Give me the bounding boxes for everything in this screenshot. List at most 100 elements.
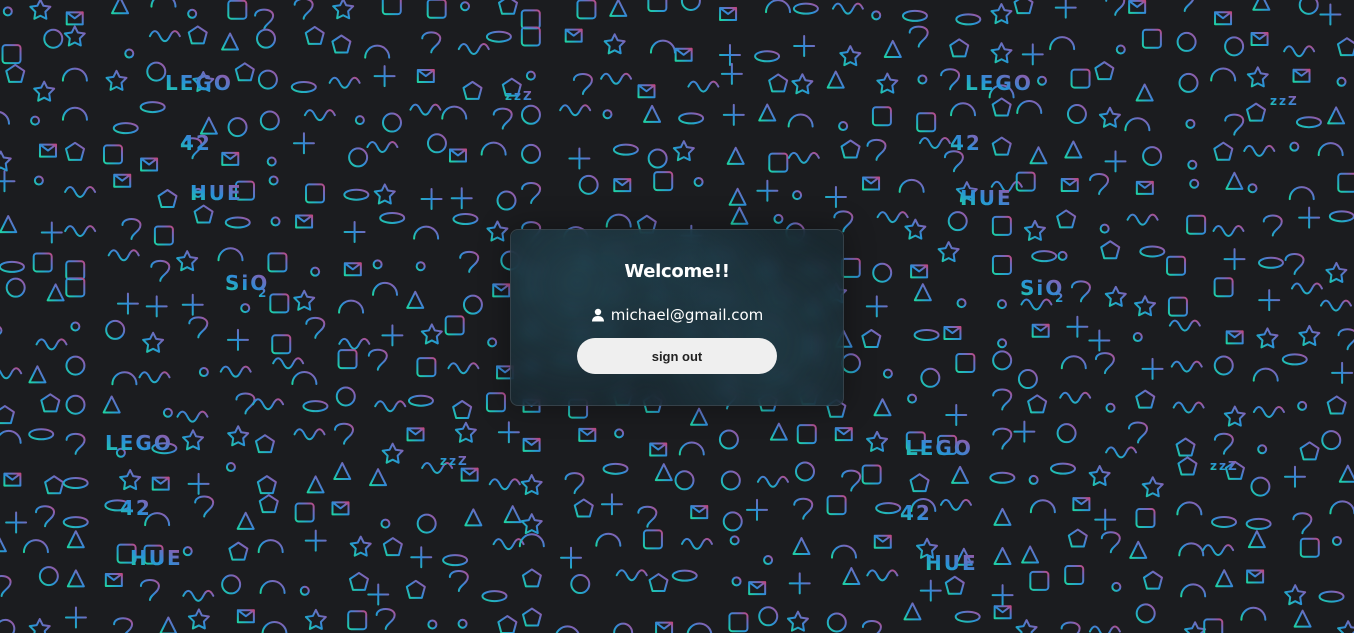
doodle-shape: [409, 103, 442, 116]
doodle-shape: [765, 0, 792, 14]
doodle-shape: [1293, 609, 1312, 628]
doodle-shape: [29, 0, 52, 20]
doodle-shape: [366, 141, 399, 153]
doodle-shape: [269, 293, 290, 314]
doodle-shape: [0, 111, 11, 125]
doodle-shape: [0, 575, 12, 598]
doodle-shape: [730, 206, 749, 225]
doodle-shape: [951, 465, 970, 484]
doodle-shape: [1257, 256, 1284, 269]
doodle-shape: [38, 143, 57, 158]
doodle-shape: [258, 494, 279, 514]
doodle-shape: [66, 530, 85, 549]
doodle-shape: [943, 326, 962, 341]
doodle-shape: [991, 584, 1014, 607]
doodle-shape: [405, 579, 426, 599]
doodle-shape: [796, 424, 817, 445]
doodle-shape: [520, 474, 543, 496]
doodle-shape: [758, 103, 777, 122]
doodle-shape: [382, 537, 403, 557]
doodle-shape: [1059, 391, 1092, 404]
doodle-shape: [420, 187, 443, 210]
doodle-shape: [266, 156, 277, 167]
doodle-shape: [1135, 389, 1156, 409]
doodle-shape: [866, 138, 887, 161]
doodle-shape: [990, 3, 1013, 25]
doodle-shape: [1104, 285, 1127, 307]
doodle-shape: [838, 121, 849, 132]
doodle-shape: [1028, 474, 1039, 485]
doodle-shape: [520, 26, 541, 47]
doodle-shape: [680, 0, 701, 11]
doodle-shape: [457, 618, 468, 629]
doodle-shape: [334, 422, 355, 445]
doodle-shape: [292, 132, 315, 155]
doodle-shape: [609, 0, 628, 17]
doodle-shape: [603, 33, 626, 55]
doodle-shape: [559, 104, 592, 117]
doodle-shape: [763, 555, 774, 566]
doodle-shape: [1337, 620, 1354, 633]
doodle-shape: [374, 400, 407, 413]
doodle-shape: [1167, 296, 1188, 317]
doodle-shape: [1243, 144, 1276, 157]
sign-out-button[interactable]: sign out: [577, 338, 777, 374]
doodle-shape: [444, 315, 465, 336]
doodle-shape: [354, 115, 365, 126]
doodle-shape: [1183, 0, 1194, 12]
doodle-shape: [221, 32, 240, 51]
user-email: michael@gmail.com: [610, 306, 764, 324]
doodle-shape: [119, 469, 142, 491]
doodle-shape: [421, 31, 442, 54]
background-word: 42: [120, 496, 152, 520]
doodle-shape: [373, 65, 396, 88]
doodle-shape: [919, 579, 942, 602]
background-word: HUE: [960, 186, 1013, 210]
doodle-shape: [944, 575, 965, 595]
doodle-shape: [793, 34, 816, 57]
doodle-shape: [182, 589, 215, 602]
doodle-shape: [1338, 464, 1354, 483]
doodle-shape: [1337, 328, 1354, 351]
doodle-shape: [647, 148, 668, 169]
doodle-shape: [62, 516, 89, 529]
doodle-shape: [1185, 118, 1196, 129]
doodle-shape: [343, 220, 366, 243]
doodle-shape: [1176, 501, 1203, 516]
doodle-shape: [375, 608, 396, 631]
doodle-shape: [1128, 0, 1147, 14]
doodle-shape: [146, 61, 167, 82]
doodle-shape: [839, 45, 862, 67]
doodle-shape: [1070, 280, 1091, 303]
doodle-shape: [1298, 324, 1321, 346]
background-word: zzZ: [440, 454, 469, 468]
doodle-shape: [227, 0, 248, 20]
doodle-shape: [722, 103, 745, 126]
doodle-shape: [572, 72, 593, 95]
doodle-shape: [107, 249, 140, 262]
doodle-shape: [1142, 570, 1163, 590]
doodle-shape: [121, 218, 142, 241]
doodle-shape: [485, 392, 506, 413]
doodle-shape: [380, 518, 391, 529]
doodle-shape: [347, 610, 368, 631]
doodle-shape: [348, 571, 369, 591]
doodle-shape: [38, 566, 59, 587]
doodle-shape: [1064, 140, 1083, 159]
doodle-shape: [1178, 72, 1199, 93]
doodle-shape: [990, 42, 1013, 64]
doodle-shape: [648, 573, 669, 593]
background-word: HUE: [925, 551, 978, 575]
doodle-shape: [1105, 0, 1126, 16]
doodle-shape: [1099, 223, 1110, 234]
doodle-shape: [492, 107, 513, 130]
doodle-shape: [600, 72, 633, 85]
background-word: LEGO: [105, 431, 173, 455]
doodle-shape: [1224, 113, 1245, 136]
doodle-shape: [1186, 214, 1207, 235]
doodle-shape: [268, 175, 279, 186]
doodle-shape: [672, 140, 695, 162]
doodle-shape: [1124, 117, 1151, 132]
doodle-shape: [0, 170, 16, 193]
doodle-shape: [955, 352, 976, 373]
